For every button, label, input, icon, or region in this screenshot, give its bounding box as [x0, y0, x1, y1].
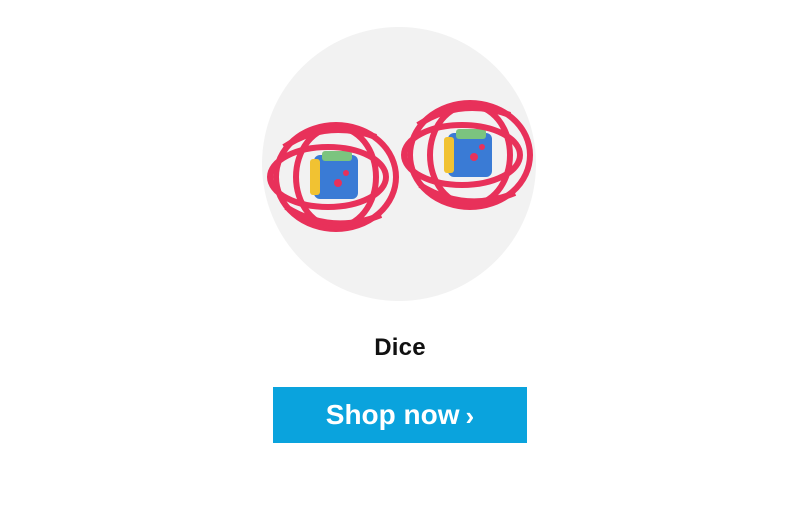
- cage-dice-toy-icon: [267, 100, 533, 232]
- product-title: Dice: [374, 334, 426, 361]
- dice-toy-left: [267, 122, 399, 232]
- shop-now-label: Shop now: [325, 399, 460, 430]
- dice-toy-right: [401, 100, 533, 210]
- shop-now-button[interactable]: Shop now ›: [273, 387, 527, 443]
- product-category-card: Dice Shop now ›: [0, 0, 800, 518]
- chevron-right-icon: ›: [465, 401, 475, 431]
- product-image[interactable]: [262, 27, 536, 301]
